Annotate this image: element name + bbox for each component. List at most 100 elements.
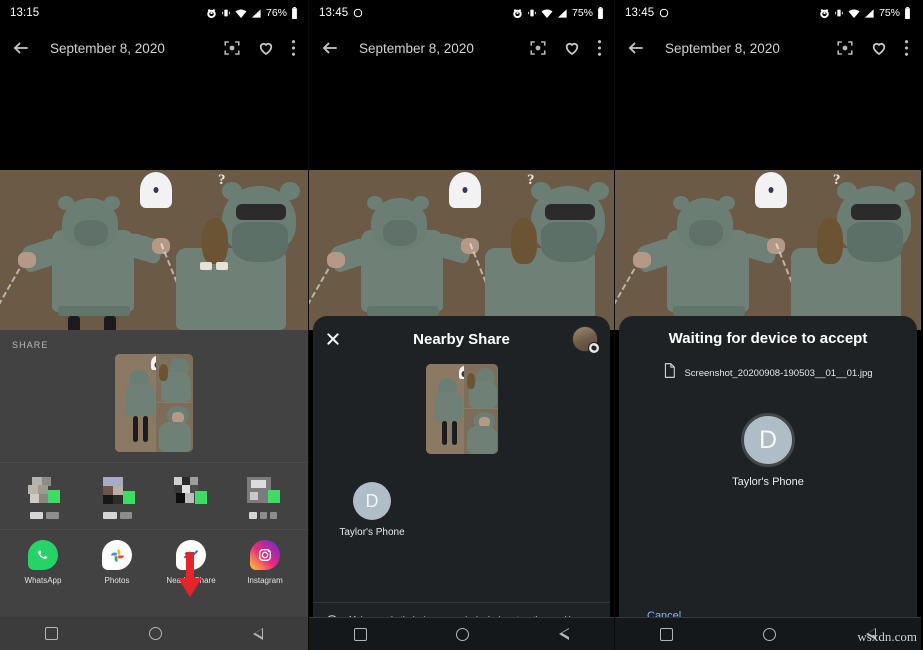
- instagram-icon: [250, 540, 280, 570]
- recents-square-icon[interactable]: [353, 627, 367, 641]
- photo-viewer-2: ?: [309, 70, 614, 330]
- device-name: Taylor's Phone: [732, 476, 804, 488]
- device-taylors-phone[interactable]: D Taylor's Phone: [333, 482, 411, 538]
- three-panel-screenshot-strip: 13:15 76% September 8, 2020 ? SHARE What…: [0, 0, 923, 650]
- back-triangle-icon[interactable]: [559, 628, 570, 640]
- nearby-share-dialog: Nearby Share D Taylor's Phone: [313, 316, 610, 650]
- direct-share-suggestions: [0, 463, 308, 529]
- dialog-title: Nearby Share: [413, 330, 510, 348]
- status-left-3: 13:45: [625, 7, 669, 19]
- signal-icon: [557, 8, 568, 19]
- whatsapp-notification-icon: [353, 8, 363, 18]
- close-x-icon[interactable]: [325, 331, 341, 347]
- battery-icon: [597, 7, 604, 19]
- battery-percent: 76%: [265, 7, 287, 19]
- panel-share-sheet: 13:15 76% September 8, 2020 ? SHARE What…: [0, 0, 308, 650]
- frog-hoodie-photo: ?: [615, 170, 921, 330]
- panel-nearby-share-dialog: 13:45 75% September 8, 2020 ? Nearby Sha…: [308, 0, 615, 650]
- overflow-menu-icon[interactable]: [904, 39, 909, 57]
- wifi-icon: [541, 8, 553, 19]
- status-right-3: 75%: [819, 7, 911, 19]
- home-circle-icon[interactable]: [148, 627, 162, 640]
- page-title: September 8, 2020: [50, 40, 165, 56]
- status-time: 13:15: [10, 7, 40, 19]
- back-arrow-icon[interactable]: [627, 39, 645, 57]
- list-item[interactable]: [22, 477, 68, 519]
- file-row: Screenshot_20200908-190503__01__01.jpg: [619, 363, 917, 383]
- home-circle-icon[interactable]: [763, 627, 776, 641]
- contact-name-blurred: [29, 512, 60, 519]
- share-section-label: SHARE: [12, 340, 49, 350]
- photo-viewer-1[interactable]: ?: [0, 70, 308, 330]
- shared-image-thumbnail[interactable]: [425, 364, 498, 454]
- contact-name-blurred: [102, 512, 133, 519]
- vibrate-icon: [221, 8, 231, 18]
- photo-viewer-3: ?: [615, 70, 921, 330]
- share-app-label: Photos: [104, 576, 130, 585]
- google-photos-icon: [102, 540, 132, 570]
- status-time: 13:45: [625, 7, 655, 19]
- back-arrow-icon[interactable]: [12, 39, 30, 57]
- signal-icon: [251, 8, 262, 19]
- share-app-instagram[interactable]: Instagram: [236, 540, 294, 585]
- waiting-for-device-dialog: Waiting for device to accept Screenshot_…: [619, 316, 917, 650]
- recents-square-icon[interactable]: [45, 627, 59, 640]
- status-bar-2: 13:45 75%: [309, 0, 614, 26]
- share-app-label: Instagram: [247, 576, 283, 585]
- battery-percent: 75%: [878, 7, 900, 19]
- status-bar-3: 13:45 75%: [615, 0, 921, 26]
- shared-image-thumbnail[interactable]: [115, 354, 193, 452]
- share-app-whatsapp[interactable]: WhatsApp: [14, 540, 72, 585]
- lens-icon[interactable]: [529, 39, 547, 57]
- status-right-2: 75%: [512, 7, 604, 19]
- battery-icon: [291, 7, 298, 19]
- shared-image-preview-area-2: [313, 362, 610, 464]
- android-share-sheet: SHARE WhatsApp Photos Nearby Share Insta…: [0, 330, 308, 650]
- contact-avatar-blurred: [246, 477, 281, 507]
- vibrate-icon: [834, 8, 844, 18]
- app-bar-actions-3: [836, 39, 909, 57]
- document-file-icon: [663, 363, 676, 383]
- lens-icon[interactable]: [836, 39, 854, 57]
- share-app-label: WhatsApp: [24, 576, 62, 585]
- share-target-apps-row: WhatsApp Photos Nearby Share Instagram: [0, 530, 308, 591]
- account-avatar[interactable]: [572, 326, 600, 354]
- watermark: wsxdn.com: [857, 629, 917, 644]
- list-item[interactable]: [241, 477, 287, 519]
- heart-icon[interactable]: [563, 39, 581, 57]
- status-bar-1: 13:15 76%: [0, 0, 308, 26]
- status-left-2: 13:45: [319, 7, 363, 19]
- app-bar-1: September 8, 2020: [0, 26, 308, 70]
- list-item[interactable]: [95, 477, 141, 519]
- list-item[interactable]: [168, 477, 214, 519]
- dialog-title: Waiting for device to accept: [668, 330, 868, 347]
- recents-square-icon[interactable]: [660, 627, 673, 641]
- nearby-share-header: Nearby Share: [313, 316, 610, 362]
- heart-icon[interactable]: [257, 39, 275, 57]
- page-title: September 8, 2020: [665, 40, 780, 56]
- target-device[interactable]: D Taylor's Phone: [619, 413, 917, 488]
- share-app-photos[interactable]: Photos: [88, 540, 146, 585]
- lens-icon[interactable]: [223, 39, 241, 57]
- app-bar-actions-1: [223, 39, 296, 57]
- battery-icon: [904, 7, 911, 19]
- back-triangle-icon[interactable]: [252, 627, 263, 640]
- home-circle-icon[interactable]: [456, 627, 470, 641]
- alarm-icon: [512, 8, 523, 19]
- whatsapp-notification-icon: [659, 8, 669, 18]
- status-right-1: 76%: [206, 7, 298, 19]
- device-name: Taylor's Phone: [339, 527, 405, 538]
- app-bar-3: September 8, 2020: [615, 26, 921, 70]
- overflow-menu-icon[interactable]: [291, 39, 296, 57]
- device-avatar: D: [353, 482, 391, 520]
- back-arrow-icon[interactable]: [321, 39, 339, 57]
- android-nav-bar-1: [0, 617, 308, 650]
- overflow-menu-icon[interactable]: [597, 39, 602, 57]
- heart-icon[interactable]: [870, 39, 888, 57]
- android-nav-bar-2: [309, 617, 614, 650]
- contact-avatar-blurred: [101, 477, 135, 507]
- contact-avatar-blurred: [27, 477, 62, 507]
- app-bar-actions-2: [529, 39, 602, 57]
- signal-icon: [864, 8, 875, 19]
- wifi-icon: [235, 8, 247, 19]
